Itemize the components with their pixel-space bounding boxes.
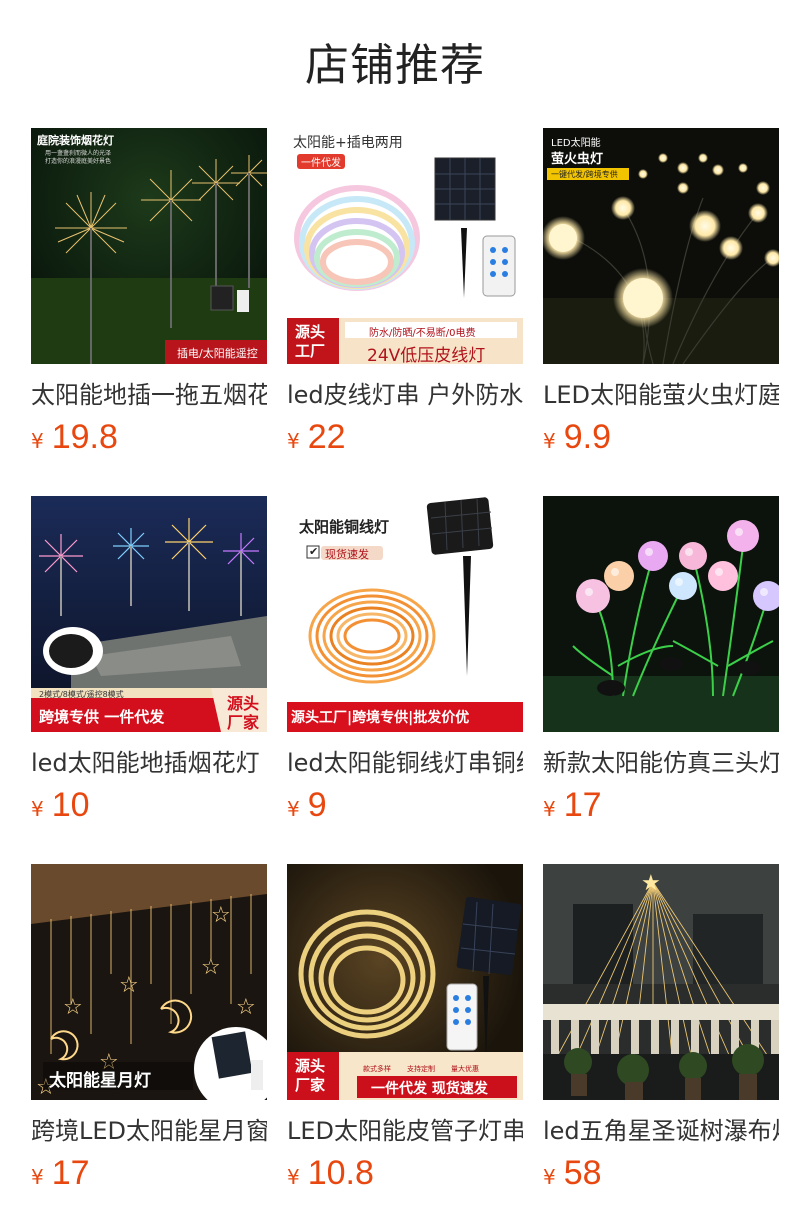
price-row: ¥ 10.8 (287, 1154, 523, 1198)
price-row: ¥ 9.9 (543, 418, 779, 462)
badge: 现货速发 (325, 548, 369, 561)
product-image[interactable]: 2模式/8模式/遥控8模式 跨境专供 一件代发 源头 厂家 (31, 496, 267, 732)
star-moon-lights-image: ☆☆☆☆☆☆☆ (31, 864, 267, 1100)
image-caption: 太阳能+插电两用 (293, 135, 403, 151)
image-caption: LED太阳能 (551, 138, 601, 149)
product-image[interactable]: ★ (543, 864, 779, 1100)
image-caption: 萤火虫灯 (551, 152, 604, 167)
page-title: 店铺推荐 (305, 40, 485, 91)
currency-symbol: ¥ (287, 797, 300, 821)
badge: 一键代发/跨境专供 (551, 170, 618, 179)
image-caption: 工厂 (295, 342, 326, 360)
christmas-tree-lights-image: ★ (543, 864, 779, 1100)
product-price: 17 (563, 786, 602, 824)
price-row: ¥ 9 (287, 786, 523, 830)
product-price: 19.8 (51, 418, 118, 456)
image-caption: 太阳能星月灯 (49, 1071, 151, 1091)
svg-text:☆: ☆ (201, 955, 221, 980)
svg-text:☆: ☆ (236, 995, 256, 1020)
product-image[interactable]: ☆ ☆ ☆ ☆ ☆ ☆ ☆ 太阳能星月灯 (31, 864, 267, 1100)
image-caption: 款式多样 (363, 1065, 391, 1073)
product-image[interactable]: LED太阳能 萤火虫灯 一键代发/跨境专供 (543, 128, 779, 364)
product-name[interactable]: led皮线灯串 户外防水 (287, 378, 523, 412)
image-caption: 24V低压皮线灯 (367, 346, 486, 364)
badge: 一件代发 (297, 154, 345, 169)
product-image[interactable]: 太阳能铜线灯 ✔ 现货速发 源头工厂|跨境专供|批发价优 (287, 496, 523, 732)
product-card[interactable]: LED太阳能 萤火虫灯 一键代发/跨境专供 LED太阳能萤火虫灯庭院 ¥ 9.9 (543, 128, 779, 496)
image-caption: 源头工厂|跨境专供|批发价优 (291, 710, 470, 726)
product-card[interactable]: 2模式/8模式/遥控8模式 跨境专供 一件代发 源头 厂家 led太阳能地插烟花… (31, 496, 267, 864)
image-caption: 厂家 (227, 713, 260, 732)
price-row: ¥ 10 (31, 786, 267, 830)
currency-symbol: ¥ (31, 797, 44, 821)
product-price: 9.9 (563, 418, 611, 456)
image-caption: 支持定制 (407, 1065, 435, 1073)
product-card[interactable]: ☆☆☆☆☆☆☆ 太阳能星月灯 跨境LED太阳能星月窗帘灯 ¥ 17 (31, 864, 267, 1232)
image-caption: 2模式/8模式/遥控8模式 (39, 690, 124, 699)
currency-symbol: ¥ (31, 1165, 44, 1189)
currency-symbol: ¥ (543, 797, 556, 821)
image-caption: 量大优惠 (451, 1065, 479, 1073)
product-name[interactable]: 太阳能地插一拖五烟花灯 (31, 378, 267, 412)
product-price: 10 (51, 786, 90, 824)
product-name[interactable]: LED太阳能皮管子灯串 (287, 1114, 523, 1148)
image-caption: 源头 (295, 1057, 326, 1075)
svg-text:☆: ☆ (211, 903, 231, 928)
product-image[interactable]: 源头 厂家 款式多样 支持定制 量大优惠 一件代发 现货速发 (287, 864, 523, 1100)
dandelion-lights-image (543, 496, 779, 732)
price-row: ¥ 22 (287, 418, 523, 462)
product-card[interactable]: 源头 厂家 款式多样 支持定制 量大优惠 一件代发 现货速发 LED太阳能皮管子… (287, 864, 523, 1232)
product-price: 58 (563, 1154, 602, 1192)
product-grid: 庭院装饰烟花灯 用一盏盏刹而微人的光泽 打造你的浪漫庭美好景色 插电/太阳能遥控… (31, 128, 779, 1232)
price-row: ¥ 17 (31, 1154, 267, 1198)
product-name[interactable]: led五角星圣诞树瀑布灯 (543, 1114, 779, 1148)
image-caption: 打造你的浪漫庭美好景色 (45, 158, 112, 165)
product-image[interactable] (543, 496, 779, 732)
image-caption: 插电/太阳能遥控 (177, 347, 258, 360)
product-card[interactable]: ★ led五角星圣诞树瀑布灯 ¥ 58 (543, 864, 779, 1232)
check-icon: ✔ (309, 545, 319, 558)
svg-text:★: ★ (641, 871, 661, 896)
product-card[interactable]: 太阳能+插电两用 一件代发 源头 工厂 防水/防晒/不易断/0电费 24V低压皮… (287, 128, 523, 496)
product-name[interactable]: 新款太阳能仿真三头灯 (543, 746, 779, 780)
product-name[interactable]: 跨境LED太阳能星月窗帘灯 (31, 1114, 267, 1148)
svg-text:☆: ☆ (63, 995, 83, 1020)
product-card[interactable]: 太阳能铜线灯 ✔ 现货速发 源头工厂|跨境专供|批发价优 led太阳能铜线灯串铜… (287, 496, 523, 864)
currency-symbol: ¥ (543, 429, 556, 453)
product-price: 9 (307, 786, 327, 824)
image-caption: 厂家 (295, 1076, 326, 1094)
svg-text:☆: ☆ (119, 973, 139, 998)
price-row: ¥ 58 (543, 1154, 779, 1198)
product-price: 10.8 (307, 1154, 374, 1192)
currency-symbol: ¥ (287, 429, 300, 453)
product-price: 22 (307, 418, 346, 456)
image-caption: 太阳能铜线灯 (299, 518, 390, 536)
currency-symbol: ¥ (287, 1165, 300, 1189)
currency-symbol: ¥ (543, 1165, 556, 1189)
product-name[interactable]: led太阳能铜线灯串铜线 (287, 746, 523, 780)
product-name[interactable]: LED太阳能萤火虫灯庭院 (543, 378, 779, 412)
price-row: ¥ 17 (543, 786, 779, 830)
currency-symbol: ¥ (31, 429, 44, 453)
product-card[interactable]: 新款太阳能仿真三头灯 ¥ 17 (543, 496, 779, 864)
image-caption: 源头 (295, 323, 326, 341)
price-row: ¥ 19.8 (31, 418, 267, 462)
image-caption: 跨境专供 一件代发 (39, 708, 165, 726)
product-price: 17 (51, 1154, 90, 1192)
image-caption: 庭院装饰烟花灯 (37, 134, 114, 147)
image-caption: 一件代发 现货速发 (371, 1081, 488, 1097)
product-image[interactable]: 庭院装饰烟花灯 用一盏盏刹而微人的光泽 打造你的浪漫庭美好景色 插电/太阳能遥控 (31, 128, 267, 364)
product-name[interactable]: led太阳能地插烟花灯 (31, 746, 267, 780)
product-card[interactable]: 庭院装饰烟花灯 用一盏盏刹而微人的光泽 打造你的浪漫庭美好景色 插电/太阳能遥控… (31, 128, 267, 496)
image-caption: 防水/防晒/不易断/0电费 (369, 328, 476, 339)
product-image[interactable]: 太阳能+插电两用 一件代发 源头 工厂 防水/防晒/不易断/0电费 24V低压皮… (287, 128, 523, 364)
